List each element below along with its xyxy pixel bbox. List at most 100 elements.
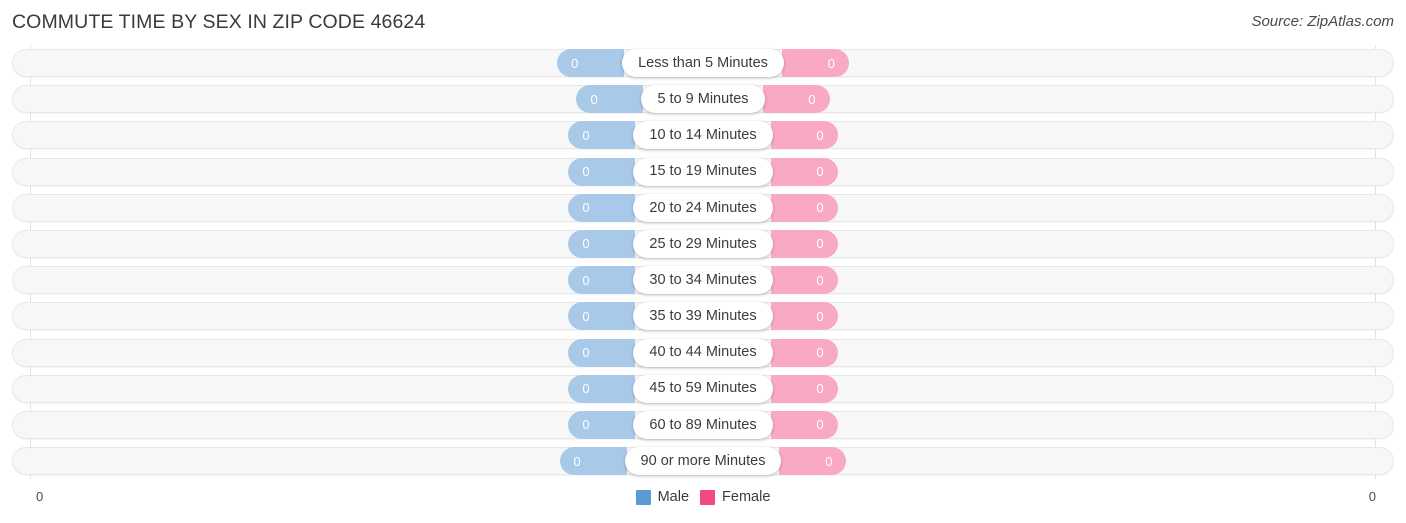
- category-label: 90 or more Minutes: [640, 452, 766, 469]
- category-label: 35 to 39 Minutes: [649, 308, 757, 325]
- table-row: 0 30 to 34 Minutes 0: [0, 262, 1406, 298]
- female-value-label: 0: [816, 417, 824, 433]
- legend-swatch-male-icon: [635, 489, 651, 505]
- legend-item-female[interactable]: Female: [700, 489, 770, 505]
- row-bar-group: 0 60 to 89 Minutes 0: [0, 410, 1406, 439]
- female-bar[interactable]: 0: [770, 121, 838, 150]
- category-label: 5 to 9 Minutes: [657, 90, 749, 107]
- male-value-label: 0: [573, 453, 581, 469]
- category-label: 20 to 24 Minutes: [649, 199, 757, 216]
- male-value-label: 0: [590, 91, 598, 107]
- category-label-pill[interactable]: 30 to 34 Minutes: [633, 266, 773, 295]
- male-bar[interactable]: 0: [568, 302, 636, 331]
- male-bar[interactable]: 0: [568, 266, 636, 295]
- chart-legend: Male Female: [0, 489, 1406, 505]
- male-bar[interactable]: 0: [568, 338, 636, 367]
- female-value-label: 0: [808, 91, 816, 107]
- male-value-label: 0: [582, 417, 590, 433]
- female-bar[interactable]: 0: [770, 157, 838, 186]
- category-label-pill[interactable]: 35 to 39 Minutes: [633, 302, 773, 331]
- category-label-pill[interactable]: 5 to 9 Minutes: [641, 85, 765, 114]
- female-bar[interactable]: 0: [770, 410, 838, 439]
- category-label: 30 to 34 Minutes: [649, 271, 757, 288]
- male-value-label: 0: [571, 55, 579, 71]
- female-bar[interactable]: 0: [770, 302, 838, 331]
- female-value-label: 0: [816, 164, 824, 180]
- category-label-pill[interactable]: Less than 5 Minutes: [622, 49, 784, 77]
- chart-header: COMMUTE TIME BY SEX IN ZIP CODE 46624 So…: [0, 0, 1406, 45]
- row-bar-group: 0 15 to 19 Minutes 0: [0, 157, 1406, 186]
- female-value-label: 0: [825, 453, 833, 469]
- table-row: 0 15 to 19 Minutes 0: [0, 154, 1406, 190]
- female-value-label: 0: [816, 236, 824, 252]
- row-bar-group: 0 5 to 9 Minutes 0: [0, 85, 1406, 114]
- male-value-label: 0: [582, 236, 590, 252]
- category-label-pill[interactable]: 45 to 59 Minutes: [633, 374, 773, 403]
- male-bar[interactable]: 0: [557, 49, 625, 77]
- category-label-pill[interactable]: 90 or more Minutes: [624, 447, 782, 476]
- male-value-label: 0: [582, 127, 590, 143]
- female-value-label: 0: [816, 200, 824, 216]
- row-bar-group: 0 20 to 24 Minutes 0: [0, 193, 1406, 222]
- table-row: 0 40 to 44 Minutes 0: [0, 335, 1406, 371]
- female-bar[interactable]: 0: [770, 193, 838, 222]
- category-label: Less than 5 Minutes: [638, 54, 768, 71]
- female-bar[interactable]: 0: [770, 266, 838, 295]
- row-bar-group: 0 30 to 34 Minutes 0: [0, 266, 1406, 295]
- female-bar[interactable]: 0: [770, 374, 838, 403]
- table-row: 0 5 to 9 Minutes 0: [0, 81, 1406, 117]
- female-value-label: 0: [816, 127, 824, 143]
- female-bar[interactable]: 0: [762, 85, 830, 114]
- plot-area: 0 Less than 5 Minutes 0 0 5 to 9 Minutes 0 0 10…: [0, 45, 1406, 485]
- bar-rows: 0 Less than 5 Minutes 0 0 5 to 9 Minutes 0 0 10…: [0, 45, 1406, 479]
- male-bar[interactable]: 0: [559, 447, 627, 476]
- table-row: 0 45 to 59 Minutes 0: [0, 371, 1406, 407]
- female-value-label: 0: [816, 308, 824, 324]
- male-bar[interactable]: 0: [568, 374, 636, 403]
- male-value-label: 0: [582, 345, 590, 360]
- male-value-label: 0: [582, 308, 590, 324]
- legend-label-male: Male: [657, 489, 690, 505]
- category-label-pill[interactable]: 20 to 24 Minutes: [633, 193, 773, 222]
- row-bar-group: 0 35 to 39 Minutes 0: [0, 302, 1406, 331]
- row-bar-group: 0 45 to 59 Minutes 0: [0, 374, 1406, 403]
- female-bar[interactable]: 0: [779, 447, 847, 476]
- chart-axis: 0 0 Male Female: [0, 485, 1406, 523]
- category-label: 10 to 14 Minutes: [649, 127, 757, 144]
- female-bar[interactable]: 0: [770, 229, 838, 258]
- male-bar[interactable]: 0: [568, 410, 636, 439]
- source-attribution: Source: ZipAtlas.com: [1251, 13, 1394, 30]
- male-value-label: 0: [582, 164, 590, 180]
- table-row: 0 25 to 29 Minutes 0: [0, 226, 1406, 262]
- male-value-label: 0: [582, 381, 590, 397]
- female-value-label: 0: [816, 345, 824, 360]
- table-row: 0 10 to 14 Minutes 0: [0, 117, 1406, 153]
- category-label: 60 to 89 Minutes: [649, 416, 757, 433]
- row-bar-group: 0 10 to 14 Minutes 0: [0, 121, 1406, 150]
- male-bar[interactable]: 0: [568, 229, 636, 258]
- legend-item-male[interactable]: Male: [635, 489, 690, 505]
- category-label-pill[interactable]: 60 to 89 Minutes: [633, 410, 773, 439]
- female-value-label: 0: [827, 55, 835, 71]
- male-bar[interactable]: 0: [568, 157, 636, 186]
- row-bar-group: 0 90 or more Minutes 0: [0, 447, 1406, 476]
- female-value-label: 0: [816, 381, 824, 397]
- row-bar-group: 0 25 to 29 Minutes 0: [0, 229, 1406, 258]
- chart-page: COMMUTE TIME BY SEX IN ZIP CODE 46624 So…: [0, 0, 1406, 523]
- category-label-pill[interactable]: 10 to 14 Minutes: [633, 121, 773, 150]
- table-row: 0 35 to 39 Minutes 0: [0, 298, 1406, 334]
- male-bar[interactable]: 0: [576, 85, 644, 114]
- female-bar[interactable]: 0: [781, 49, 849, 77]
- category-label-pill[interactable]: 40 to 44 Minutes: [633, 338, 773, 367]
- male-bar[interactable]: 0: [568, 121, 636, 150]
- category-label: 25 to 29 Minutes: [649, 235, 757, 252]
- category-label-pill[interactable]: 15 to 19 Minutes: [633, 157, 773, 186]
- category-label-pill[interactable]: 25 to 29 Minutes: [633, 229, 773, 258]
- male-bar[interactable]: 0: [568, 193, 636, 222]
- male-value-label: 0: [582, 272, 590, 288]
- female-bar[interactable]: 0: [770, 338, 838, 367]
- table-row: 0 90 or more Minutes 0: [0, 443, 1406, 479]
- category-label: 40 to 44 Minutes: [649, 344, 757, 361]
- female-value-label: 0: [816, 272, 824, 288]
- male-value-label: 0: [582, 200, 590, 216]
